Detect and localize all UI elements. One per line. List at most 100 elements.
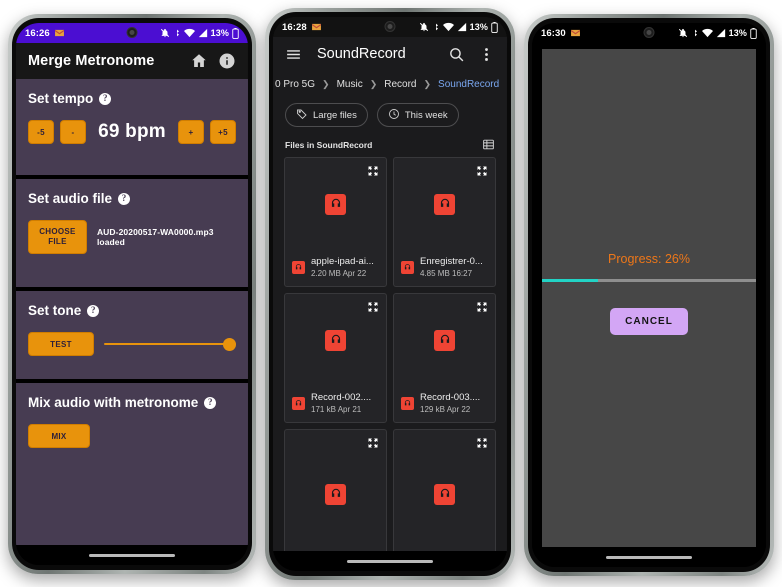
audio-file-icon	[325, 483, 346, 505]
app-title: SoundRecord	[317, 46, 406, 62]
tag-icon	[296, 108, 308, 123]
bluetooth-icon	[173, 28, 181, 38]
breadcrumb-item-music[interactable]: Music	[337, 79, 363, 90]
search-icon[interactable]	[448, 46, 465, 63]
file-name: Record-002....	[311, 392, 372, 403]
progress-dialog: Progress: 26% CANCEL	[542, 49, 756, 547]
info-icon[interactable]	[218, 52, 236, 70]
progress-bar-fill	[542, 278, 598, 282]
tone-slider-thumb[interactable]	[223, 337, 236, 351]
more-vertical-icon[interactable]	[478, 46, 495, 63]
status-right-group: 13%	[160, 23, 239, 43]
tempo-minus5-button[interactable]: -5	[28, 120, 54, 144]
audio-file-icon	[434, 193, 455, 215]
set-tempo-title: Set tempo ?	[28, 91, 236, 106]
tone-slider-track	[104, 343, 236, 345]
phone1-status-bar: 16:26 13%	[16, 23, 248, 43]
home-icon[interactable]	[190, 52, 208, 70]
status-right-group: 13%	[678, 23, 757, 43]
hamburger-icon[interactable]	[285, 46, 302, 63]
breadcrumb-item-record[interactable]: Record	[384, 79, 416, 90]
expand-icon[interactable]	[367, 164, 379, 176]
file-card[interactable]: Record-002.... 171 kB Apr 21	[284, 293, 387, 423]
battery-icon	[750, 27, 757, 39]
expand-icon[interactable]	[476, 436, 488, 448]
home-gesture-pill[interactable]	[89, 553, 175, 557]
phone1-nav-bar	[16, 545, 248, 565]
file-card[interactable]: apple-ipad-ai... 2.20 MB Apr 22	[284, 157, 387, 287]
phone-progress-dialog: 16:30 13% Progress: 26% CANCEL	[524, 14, 774, 576]
list-view-icon[interactable]	[482, 138, 495, 153]
battery-percent: 13%	[210, 28, 229, 38]
clock-icon	[388, 108, 400, 123]
file-size-date: 2.20 MB Apr 22	[311, 269, 367, 278]
home-gesture-pill[interactable]	[606, 555, 692, 559]
bluetooth-icon	[432, 22, 440, 32]
phone-soundrecord: 16:28 13% SoundRecord 0 Pro 5G ❯ Music ❯…	[265, 8, 515, 580]
status-right-group: 13%	[419, 17, 498, 37]
chip-large-files-label: Large files	[313, 109, 357, 121]
card-set-audio-file: Set audio file ? CHOOSE FILE AUD-2020051…	[16, 179, 248, 287]
help-icon-mix[interactable]: ?	[204, 396, 217, 409]
cellular-signal-icon	[457, 22, 467, 32]
mix-button[interactable]: MIX	[28, 424, 90, 448]
status-time: 16:26	[25, 27, 50, 39]
phone1-app-bar: Merge Metronome	[16, 43, 248, 79]
phone3-nav-bar	[532, 547, 766, 567]
tempo-plus5-button[interactable]: +5	[210, 120, 236, 144]
expand-icon[interactable]	[367, 300, 379, 312]
expand-icon[interactable]	[476, 164, 488, 176]
chip-this-week[interactable]: This week	[376, 103, 459, 127]
file-name: Record-003....	[420, 392, 481, 403]
cellular-signal-icon	[198, 28, 208, 38]
file-card[interactable]: Enregistrer-0... 4.85 MB 16:27	[393, 157, 496, 287]
help-icon-tone[interactable]: ?	[87, 304, 100, 317]
file-card[interactable]	[393, 429, 496, 551]
file-meta: Record-003.... 129 kB Apr 22	[394, 386, 495, 422]
notifications-off-icon	[678, 28, 688, 38]
loaded-file-status: AUD-20200517-WA0000.mp3 loaded	[96, 227, 214, 247]
file-size-date: 4.85 MB 16:27	[420, 269, 473, 278]
help-icon-tempo[interactable]: ?	[99, 92, 112, 105]
breadcrumb-chevron-icon: ❯	[423, 78, 432, 89]
file-size-date: 129 kB Apr 22	[420, 405, 471, 414]
expand-icon[interactable]	[476, 300, 488, 312]
phone1-bezel: 16:26 13% Merge Metronome Set tempo ? -5…	[12, 18, 252, 570]
camera-punch-hole	[384, 21, 396, 32]
cellular-signal-icon	[716, 28, 726, 38]
audio-file-icon-small	[292, 396, 305, 410]
camera-punch-hole	[126, 27, 138, 38]
phone3-content: Progress: 26% CANCEL	[532, 43, 766, 547]
file-card[interactable]: Record-003.... 129 kB Apr 22	[393, 293, 496, 423]
phone3-status-bar: 16:30 13%	[532, 23, 766, 43]
file-grid: apple-ipad-ai... 2.20 MB Apr 22 Enregist…	[273, 157, 507, 551]
breadcrumb: 0 Pro 5G ❯ Music ❯ Record ❯ SoundRecord	[273, 71, 507, 97]
gmail-icon	[311, 23, 322, 31]
tone-controls: TEST	[28, 332, 236, 356]
audio-file-controls: CHOOSE FILE AUD-20200517-WA0000.mp3 load…	[28, 220, 236, 254]
file-meta: apple-ipad-ai... 2.20 MB Apr 22	[285, 250, 386, 286]
audio-file-icon	[434, 329, 455, 351]
tone-slider[interactable]	[104, 336, 236, 352]
breadcrumb-item-soundrecord[interactable]: SoundRecord	[438, 79, 499, 90]
home-gesture-pill[interactable]	[347, 559, 433, 563]
choose-file-button[interactable]: CHOOSE FILE	[28, 220, 87, 254]
expand-icon[interactable]	[367, 436, 379, 448]
phone1-content: Set tempo ? -5 - 69 bpm + +5 Set audio f…	[16, 79, 248, 545]
progress-bar	[542, 278, 756, 282]
cancel-button[interactable]: CANCEL	[610, 307, 688, 335]
test-tone-button[interactable]: TEST	[28, 332, 94, 356]
audio-file-icon	[325, 193, 346, 215]
chip-large-files[interactable]: Large files	[285, 103, 368, 127]
help-icon-audio-file[interactable]: ?	[118, 192, 131, 205]
tempo-plus-button[interactable]: +	[178, 120, 204, 144]
gmail-icon	[54, 29, 65, 37]
app-title: Merge Metronome	[28, 53, 155, 69]
tempo-minus-button[interactable]: -	[60, 120, 86, 144]
file-card[interactable]	[284, 429, 387, 551]
card-set-tone: Set tone ? TEST	[16, 291, 248, 379]
phone3-screen: 16:30 13% Progress: 26% CANCEL	[532, 23, 766, 567]
filter-chip-row: Large files This week	[273, 97, 507, 133]
gmail-icon	[570, 29, 581, 37]
breadcrumb-item-device[interactable]: 0 Pro 5G	[275, 79, 315, 90]
